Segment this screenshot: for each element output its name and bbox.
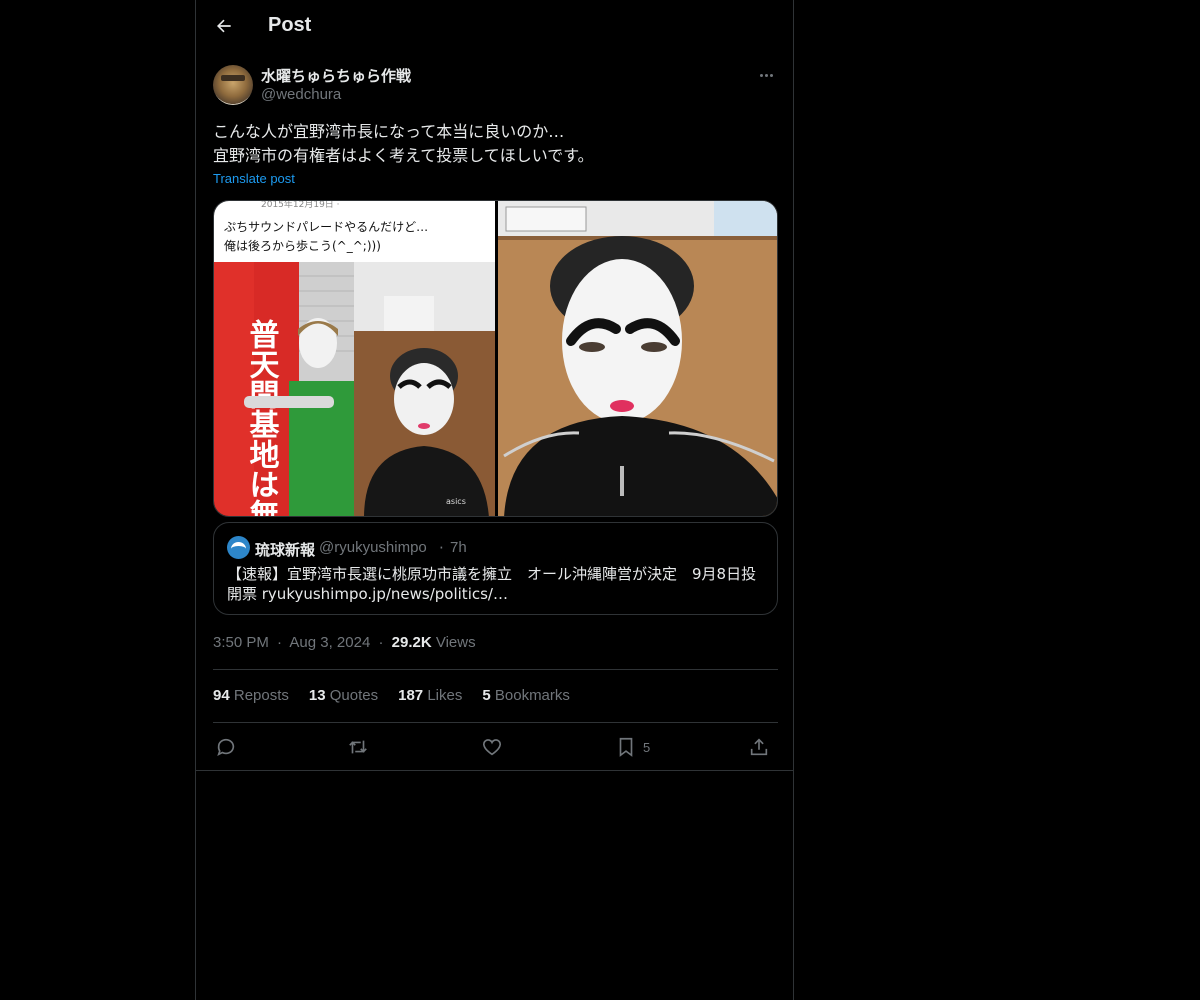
more-options-button[interactable] [755,66,777,84]
heart-icon [482,739,502,756]
divider [196,770,793,771]
post-date[interactable]: Aug 3, 2024 [289,634,370,651]
translate-link[interactable]: Translate post [213,171,295,186]
media-post-date: 2015年12月19日 · [261,201,340,210]
quotes-stat[interactable]: 13 Quotes [309,687,378,704]
more-dot [764,73,768,77]
reply-icon [217,738,235,756]
media-caption-line2: 俺は後ろから歩こう(^_^;))) [224,238,381,253]
author-handle[interactable]: @wedchura [261,86,341,103]
views-label: Views [435,634,476,651]
quoted-text: 【速報】宜野湾市長選に桃原功市議を擁立 オール沖縄陣営が決定 9月8日投開票 r… [227,565,757,603]
bookmark-button[interactable]: 5 [615,735,650,759]
likes-stat[interactable]: 187 Likes [398,687,462,704]
reply-button[interactable] [215,735,237,759]
meta-separator: · [378,634,384,651]
quoted-avatar [227,536,250,559]
views-count: 29.2K [391,634,432,651]
quoted-separator: · [439,539,444,557]
divider [213,722,778,723]
reposts-label: Reposts [233,687,289,704]
tweet-text: こんな人が宜野湾市長になって本当に良いのか… 宜野湾市の有権者はよく考えて投票し… [213,122,594,165]
bookmarks-stat[interactable]: 5 Bookmarks [482,687,570,704]
reposts-count: 94 [213,687,230,704]
media-banner-text: 普天間基地は無条件撤去 [244,318,280,517]
action-bar: 5 [213,735,778,759]
quotes-count: 13 [308,687,326,704]
post-media[interactable]: 2015年12月19日 · ぷちサウンドパレードやるんだけど… 俺は後ろから歩こ… [213,200,778,517]
more-dot [769,73,773,77]
likes-label: Likes [427,687,463,704]
repost-icon [349,740,367,754]
quoted-author-handle: @ryukyushimpo [319,539,427,556]
post-meta: 3:50 PM · Aug 3, 2024 · 29.2K Views [213,634,476,651]
engagement-stats: 94 Reposts 13 Quotes 187 Likes 5 Bookmar… [213,687,570,704]
divider [213,669,778,670]
page-title: Post [268,14,312,36]
quoted-author-name: 琉球新報 [255,541,316,559]
header: Post [196,0,793,54]
meta-separator: · [277,634,283,651]
quoted-time: 7h [450,539,467,556]
share-button[interactable] [748,735,770,759]
author-name[interactable]: 水曜ちゅらちゅら作戦 [261,65,411,86]
more-dot [759,73,763,77]
post-column: Post 水曜ちゅらちゅら作戦 @wedchura こんな人が宜野湾市長になって… [195,0,794,1000]
share-icon [750,738,768,756]
arrow-left-icon [217,19,231,33]
reposts-stat[interactable]: 94 Reposts [213,687,289,704]
media-photo: 2015年12月19日 · ぷちサウンドパレードやるんだけど… 俺は後ろから歩こ… [214,201,777,517]
bookmark-icon [619,737,633,757]
media-shirt-logo: asics [446,497,466,506]
quoted-post[interactable]: 琉球新報 @ryukyushimpo · 7h 【速報】宜野湾市長選に桃原功市議… [213,522,778,615]
media-caption-line1: ぷちサウンドパレードやるんだけど… [224,220,428,234]
post-time[interactable]: 3:50 PM [213,634,269,651]
bookmarks-label: Bookmarks [494,687,570,704]
likes-count: 187 [398,687,424,704]
avatar[interactable] [213,65,253,105]
back-button[interactable] [212,14,236,38]
like-button[interactable] [481,735,503,759]
quotes-label: Quotes [329,687,379,704]
bookmarks-count: 5 [482,687,491,704]
repost-button[interactable] [347,735,369,759]
bookmark-count: 5 [643,739,651,755]
